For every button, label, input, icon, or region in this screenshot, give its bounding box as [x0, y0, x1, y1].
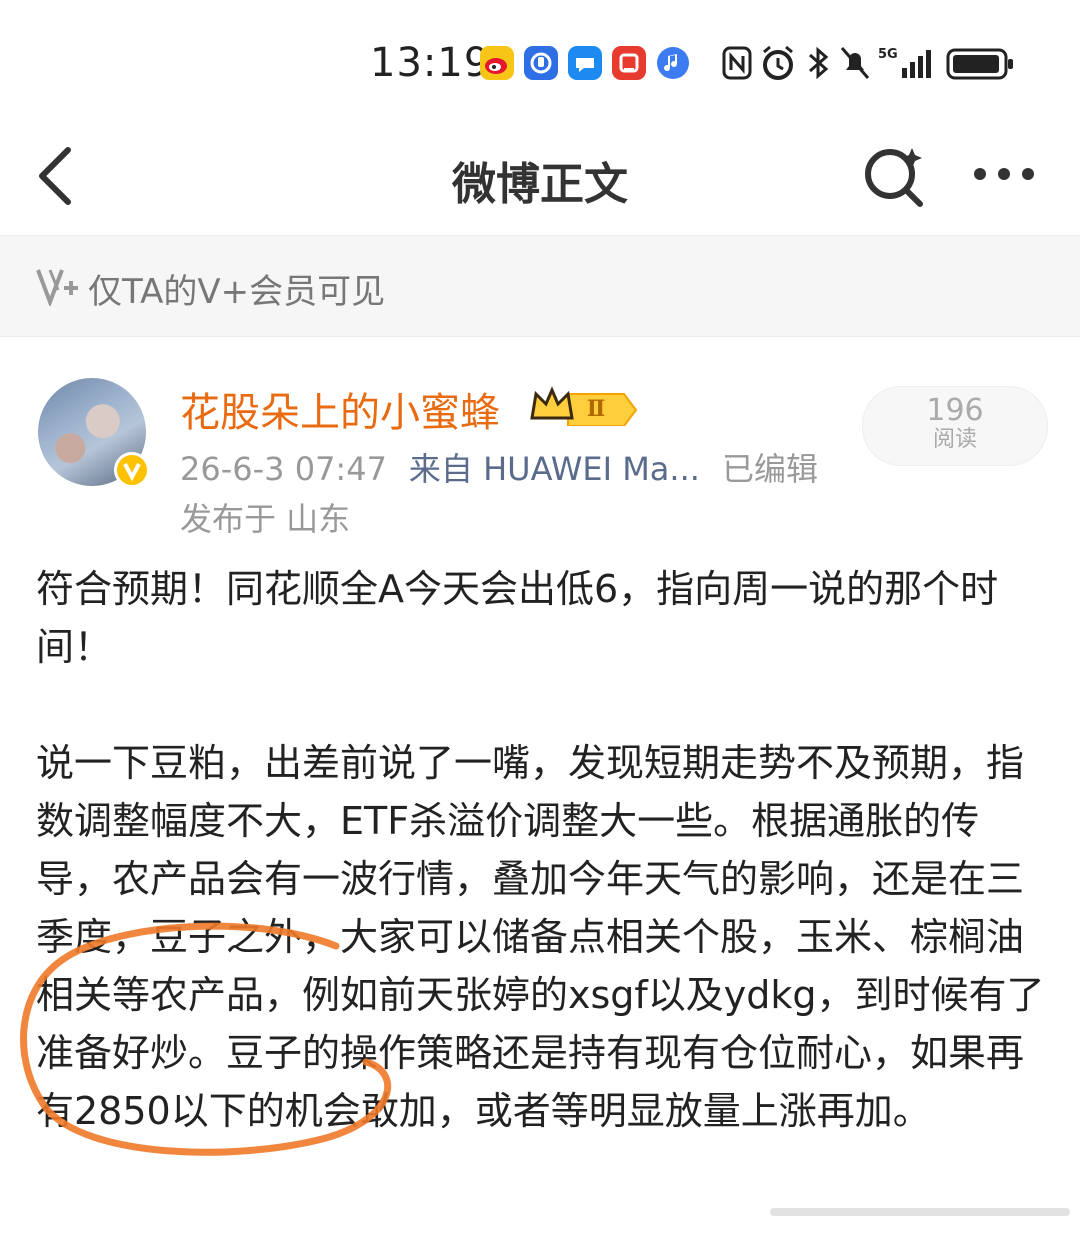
mute-icon: [838, 44, 872, 82]
watermark-bar: [770, 1208, 1070, 1216]
nfc-icon: [722, 44, 752, 82]
battery-icon: [946, 44, 1016, 82]
bluetooth-icon: [806, 44, 830, 82]
read-label: 阅读: [932, 427, 977, 452]
weibo-app-icon: [480, 46, 514, 80]
post-time: 26-6-3 07:47: [180, 450, 387, 488]
post-content: 符合预期！同花顺全A今天会出低6，指向周一说的那个时间！ 说一下豆粕，出差前说了…: [36, 560, 1048, 1198]
search-sparkle-icon[interactable]: [862, 144, 926, 208]
vplus-icon: [36, 266, 80, 308]
top-nav-bar: 微博正文: [0, 120, 1080, 236]
alarm-icon: [760, 44, 796, 82]
read-count: 196: [926, 393, 984, 428]
post-source[interactable]: 来自 HUAWEI Ma...: [409, 450, 700, 488]
post-paragraph: 说一下豆粕，出差前说了一嘴，发现短期走势不及预期，指数调整幅度不大，ETF杀溢价…: [36, 741, 1045, 1133]
level-badge: Ⅱ: [587, 396, 606, 422]
read-count-badge: 196 阅读: [862, 386, 1048, 466]
music-app-icon: [656, 46, 690, 80]
visibility-notice: 仅TA的V+会员可见: [0, 236, 1080, 337]
status-bar: 13:19 5G: [0, 0, 1080, 120]
message-app-icon: [568, 46, 602, 80]
red-app-icon: [612, 46, 646, 80]
signal-icon: 5G: [878, 44, 936, 82]
more-dots-icon[interactable]: [972, 164, 1036, 184]
post-meta: 26-6-3 07:47 来自 HUAWEI Ma... 已编辑: [180, 444, 818, 490]
status-time: 13:19: [370, 40, 491, 86]
author-name[interactable]: 花股朵上的小蜜蜂: [180, 380, 500, 438]
post-location: 发布于 山东: [180, 500, 351, 538]
blue-app-icon: [524, 46, 558, 80]
edited-label[interactable]: 已编辑: [722, 450, 818, 488]
svg-text:5G: 5G: [878, 47, 898, 62]
post-paragraph: 符合预期！同花顺全A今天会出低6，指向周一说的那个时间！: [36, 567, 999, 669]
verified-badge-icon: [114, 452, 150, 488]
visibility-text: 仅TA的V+会员可见: [88, 272, 386, 312]
member-crown-icon: Ⅱ: [528, 386, 638, 427]
